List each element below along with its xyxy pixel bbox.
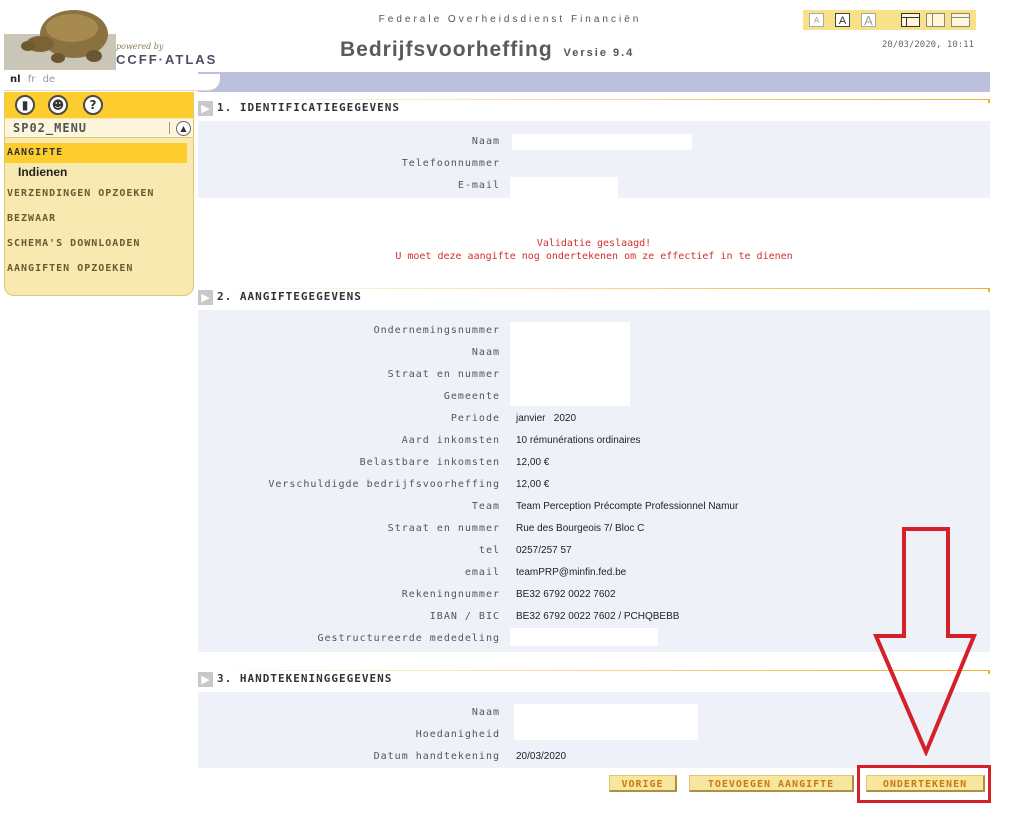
field-label: Naam [471,136,500,147]
section-divider [198,99,990,103]
sidebar-item-indienen[interactable]: Indienen [18,165,206,179]
annotation-highlight-box [857,765,991,803]
field-label: Hoedanigheid [415,729,500,740]
navigation-bar [198,72,990,92]
form-row: Straat en nummer [198,366,990,386]
field-label: Telefoonnummer [401,158,500,169]
validation-message: Validatie geslaagd! [536,238,652,249]
section-title: 2. AANGIFTEGEGEVENS [217,290,362,303]
field-value: BE32 6792 0022 7602 [516,589,616,600]
form-row: E-mail [198,177,990,198]
add-declaration-button[interactable]: TOEVOEGEN AANGIFTE [689,775,854,792]
lang-de-link[interactable]: de [43,74,56,85]
font-size-small-button[interactable]: A [809,13,824,27]
sidebar-item-bezwaar[interactable]: BEZWAAR [5,213,195,224]
version-label: Versie 9.4 [563,47,635,59]
app-title: Bedrijfsvoorheffing [340,38,553,61]
layout-full-icon[interactable] [951,13,970,27]
field-label: Rekeningnummer [401,589,500,600]
form-row: Team Team Perception Précompte Profession… [198,498,990,518]
form-row: Naam [198,344,990,364]
field-label: email [464,567,500,578]
sidebar: ▮ ☻ ? SP02_MENU ▲ AANGIFTE Indienen VERZ… [4,92,194,296]
field-value: teamPRP@minfin.fed.be [516,567,627,578]
field-value: Rue des Bourgeois 7/ Bloc C [516,523,645,534]
form-row: Gemeente [198,388,990,408]
brand-name: CCFF·ATLAS [116,52,218,67]
form-row: Periode janvier 2020 [198,410,990,430]
powered-by-label: powered by [116,42,164,51]
field-label: Ondernemingsnummer [373,325,500,336]
field-label: Team [471,501,500,512]
sign-notice-message: U moet deze aangifte nog ondertekenen om… [395,251,793,262]
form-row: Belastbare inkomsten 12,00 € [198,454,990,474]
form-row: Ondernemingsnummer [198,322,990,342]
sidebar-item-schemas-downloaden[interactable]: SCHEMA'S DOWNLOADEN [5,238,195,249]
section-arrow-icon: ▶ [198,290,213,305]
field-label: tel [478,545,500,556]
field-label: Straat en nummer [387,369,500,380]
annotation-arrow-icon [872,527,977,756]
section-panel-identificatie: Naam Telefoonnummer E-mail [198,121,990,198]
field-value: BE32 6792 0022 7602 / PCHQBEBB [516,611,680,622]
datetime-stamp: 20/03/2020, 10:11 [881,40,974,50]
form-row: Telefoonnummer [198,155,990,175]
section-arrow-icon: ▶ [198,101,213,116]
form-row: Verschuldigde bedrijfsvoorheffing 12,00 € [198,476,990,496]
logo: powered by CCFF·ATLAS [4,4,230,70]
redacted-value [512,134,692,150]
field-label: Gemeente [443,391,500,402]
form-row: Aard inkomsten 10 rémunérations ordinaire… [198,432,990,452]
tortoise-logo-icon [4,4,116,70]
form-row: Naam [198,133,990,153]
sidebar-item-aangiften-opzoeken[interactable]: AANGIFTEN OPZOEKEN [5,263,195,274]
field-value: 0257/257 57 [516,545,572,556]
field-label: Datum handtekening [373,751,500,762]
layout-wide-icon[interactable] [901,13,920,27]
field-label: Straat en nummer [387,523,500,534]
field-value: Team Perception Précompte Professionnel … [516,501,739,512]
page-title: Bedrijfsvoorheffing Versie 9.4 [340,38,634,62]
font-size-medium-button[interactable]: A [835,13,850,27]
display-toolbar: A A A [803,10,976,30]
field-value: janvier 2020 [516,413,577,424]
font-size-large-button[interactable]: A [861,13,876,28]
field-value: 10 rémunérations ordinaires [516,435,641,446]
lang-fr-link[interactable]: fr [28,74,36,85]
user-profile-icon[interactable]: ☻ [48,95,68,115]
field-label: IBAN / BIC [429,611,500,622]
field-label: Naam [471,707,500,718]
layout-split-icon[interactable] [926,13,945,27]
lang-nl-link[interactable]: nl [10,74,21,85]
section-divider [198,288,990,292]
field-label: Belastbare inkomsten [359,457,500,468]
section-title: 3. HANDTEKENINGGEGEVENS [217,672,393,685]
field-label: Verschuldigde bedrijfsvoorheffing [268,479,500,490]
section-arrow-icon: ▶ [198,672,213,687]
previous-button[interactable]: VORIGE [609,775,677,792]
menu-header: SP02_MENU ▲ [5,119,193,138]
menu-title: SP02_MENU [13,121,88,135]
section-header-aangifte: ▶ 2. AANGIFTEGEGEVENS [198,288,990,308]
redacted-value [510,177,618,198]
language-switcher: nl fr de [4,74,220,91]
help-icon[interactable]: ? [83,95,103,115]
organization-name: Federale Overheidsdienst Financiën [378,14,642,25]
sidebar-item-verzendingen-opzoeken[interactable]: VERZENDINGEN OPZOEKEN [5,188,195,199]
field-label: Aard inkomsten [401,435,500,446]
exit-door-icon[interactable]: ▮ [15,95,35,115]
field-label: Naam [471,347,500,358]
collapse-up-icon[interactable]: ▲ [176,121,191,136]
field-value: 12,00 € [516,457,550,468]
sidebar-item-aangifte[interactable]: AANGIFTE [5,143,187,163]
field-label: E-mail [457,180,500,191]
sidebar-toolbar: ▮ ☻ ? [5,92,193,118]
section-header-identificatie: ▶ 1. IDENTIFICATIEGEGEVENS [198,99,990,119]
field-value: 12,00 € [516,479,550,490]
field-value: 20/03/2020 [516,751,567,762]
field-label: Gestructureerde mededeling [317,633,500,644]
field-label: Periode [450,413,500,424]
section-title: 1. IDENTIFICATIEGEGEVENS [217,101,400,114]
